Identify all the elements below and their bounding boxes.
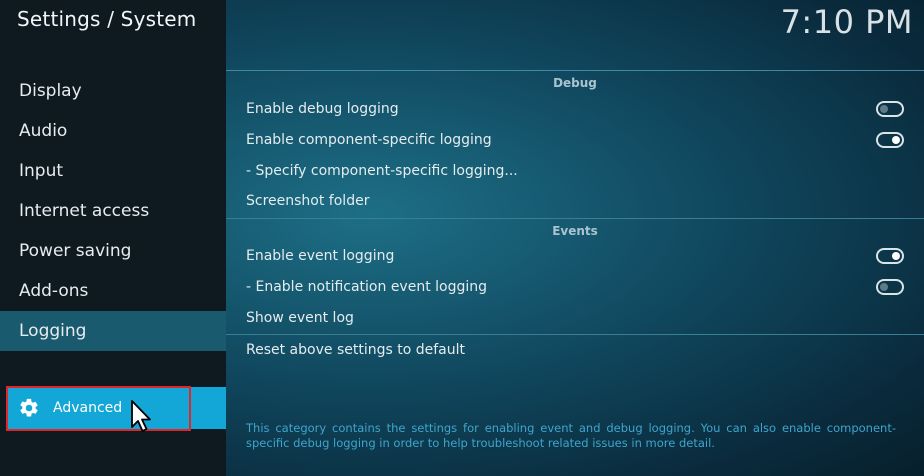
setting-label: Enable component-specific logging: [246, 132, 492, 148]
setting-specify-component-logging[interactable]: - Specify component-specific logging...: [246, 156, 906, 186]
divider: [226, 218, 924, 219]
sidebar-item-audio[interactable]: Audio: [0, 111, 226, 151]
settings-panel: Debug Enable debug logging Enable compon…: [226, 0, 924, 476]
toggle-switch[interactable]: [876, 101, 904, 117]
toggle-switch[interactable]: [876, 132, 904, 148]
settings-level-label: Advanced: [53, 400, 123, 416]
toggle-switch[interactable]: [876, 248, 904, 264]
toggle-switch[interactable]: [876, 279, 904, 295]
sidebar-item-internet-access[interactable]: Internet access: [0, 191, 226, 231]
setting-label: Enable debug logging: [246, 101, 399, 117]
gear-icon: [18, 397, 40, 419]
setting-enable-component-specific-logging[interactable]: Enable component-specific logging: [246, 125, 906, 155]
sidebar: Settings / System Display Audio Input In…: [0, 0, 226, 476]
section-title-debug: Debug: [553, 76, 597, 90]
category-description: This category contains the settings for …: [246, 421, 896, 450]
setting-label: Reset above settings to default: [246, 342, 465, 358]
setting-label: Show event log: [246, 310, 354, 326]
page-title: Settings / System: [17, 7, 197, 31]
setting-label: Enable event logging: [246, 248, 395, 264]
mouse-pointer-icon: [131, 400, 151, 432]
settings-level-button[interactable]: Advanced: [6, 387, 226, 429]
setting-show-event-log[interactable]: Show event log: [246, 303, 906, 333]
setting-label: Screenshot folder: [246, 193, 370, 209]
reset-settings-button[interactable]: Reset above settings to default: [246, 335, 906, 365]
category-nav: Display Audio Input Internet access Powe…: [0, 71, 226, 351]
sidebar-item-input[interactable]: Input: [0, 151, 226, 191]
setting-label: - Enable notification event logging: [246, 279, 488, 295]
section-title-events: Events: [552, 224, 598, 238]
sidebar-item-add-ons[interactable]: Add-ons: [0, 271, 226, 311]
setting-enable-event-logging[interactable]: Enable event logging: [246, 241, 906, 271]
divider: [226, 70, 924, 71]
setting-enable-notification-event-logging[interactable]: - Enable notification event logging: [246, 272, 906, 302]
sidebar-item-logging[interactable]: Logging: [0, 311, 226, 351]
setting-screenshot-folder[interactable]: Screenshot folder: [246, 186, 906, 216]
setting-label: - Specify component-specific logging...: [246, 163, 518, 179]
setting-enable-debug-logging[interactable]: Enable debug logging: [246, 94, 906, 124]
sidebar-item-display[interactable]: Display: [0, 71, 226, 111]
sidebar-item-power-saving[interactable]: Power saving: [0, 231, 226, 271]
